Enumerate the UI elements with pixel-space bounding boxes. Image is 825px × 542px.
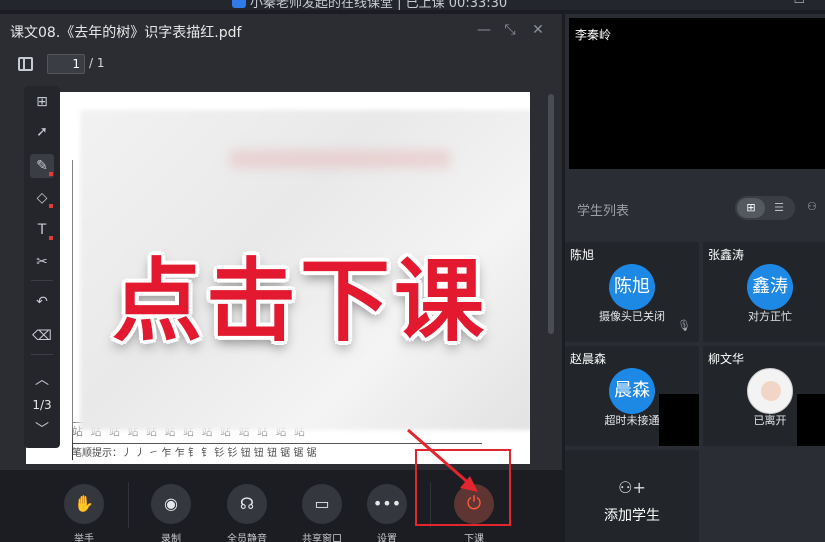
- color-indicator: [49, 236, 53, 240]
- participants-panel: 李秦岭 学生列表 ⊞ ☰ ⚇ 陈旭 陈旭 摄像头已关闭 🎙 张鑫涛 鑫涛 对方正…: [565, 14, 825, 542]
- pdf-header: 课文08.《去年的树》识字表描红.pdf — ⤡ ✕: [0, 14, 562, 46]
- share-window-label: 共享窗口: [302, 534, 342, 542]
- toolbar-divider: [31, 354, 53, 355]
- student-name: 张鑫涛: [708, 248, 745, 262]
- pdf-file-title: 课文08.《去年的树》识字表描红.pdf: [10, 25, 242, 41]
- hand-icon: ✋: [64, 484, 104, 524]
- annotation-toolbar: ⊞ ➚ ✎ ◇ T ✂ ↶ ⌫ ︿ 1/3 ﹀: [24, 86, 60, 448]
- add-page-icon[interactable]: ⊞: [30, 90, 54, 114]
- shape-icon[interactable]: ◇: [30, 186, 54, 210]
- pdf-toolbar: 1 / 1: [0, 46, 562, 82]
- student-tile[interactable]: 张鑫涛 鑫涛 对方正忙: [703, 242, 825, 342]
- scissors-icon[interactable]: ✂: [30, 250, 54, 274]
- vertical-scrollbar[interactable]: [548, 94, 554, 334]
- highlight-box: [415, 449, 511, 526]
- student-name: 柳文华: [708, 352, 745, 366]
- minimize-icon[interactable]: —: [474, 20, 494, 40]
- text-icon[interactable]: T: [30, 218, 54, 242]
- add-student-button[interactable]: ⚇+ 添加学生: [565, 450, 699, 542]
- record-label: 录制: [161, 534, 181, 542]
- thumb-page-counter: 1/3: [32, 398, 52, 412]
- student-status: 已离开: [753, 414, 787, 427]
- toolbar-divider: [31, 280, 53, 281]
- mic-off-icon: 🎙: [677, 319, 691, 332]
- add-user-icon: ⚇+: [618, 478, 646, 497]
- raise-hand-button[interactable]: ✋ 举手: [62, 484, 106, 542]
- app-icon: [232, 0, 246, 8]
- student-status: 对方正忙: [748, 310, 792, 323]
- settings-label: 设置: [377, 534, 397, 542]
- mute-all-button[interactable]: ☊ 全员静音: [225, 484, 269, 542]
- blurred-mark: [230, 150, 450, 168]
- student-avatar: 晨森: [609, 368, 655, 414]
- student-avatar: 鑫涛: [747, 264, 793, 310]
- share-window-button[interactable]: ▭ 共享窗口: [300, 484, 344, 542]
- student-name: 赵晨森: [570, 352, 607, 366]
- student-tile[interactable]: 陈旭 陈旭 摄像头已关闭 🎙: [565, 242, 699, 342]
- raise-hand-label: 举手: [74, 534, 94, 542]
- share-screen-icon: ▭: [302, 484, 342, 524]
- window-title: 小秦老师发起的在线课堂 | 已上课 00:33:30: [250, 0, 508, 10]
- student-tile[interactable]: 赵晨森 晨森 超时未接通: [565, 346, 699, 446]
- control-separator: [128, 482, 129, 528]
- end-class-label: 下课: [464, 534, 484, 542]
- mute-all-icon: ☊: [227, 484, 267, 524]
- overlay-caption: 点击下课: [112, 249, 488, 354]
- page-total: / 1: [89, 56, 105, 70]
- record-button[interactable]: ◉ 录制: [149, 484, 193, 542]
- student-status: 超时未接通: [604, 414, 660, 427]
- student-list-title: 学生列表: [577, 204, 630, 219]
- student-avatar-photo: [747, 368, 793, 414]
- face-icon: [761, 381, 781, 401]
- teacher-video[interactable]: 李秦岭: [569, 18, 825, 169]
- color-indicator: [49, 204, 53, 208]
- settings-button[interactable]: ••• 设置: [365, 484, 409, 542]
- window-title-bar: 小秦老师发起的在线课堂 | 已上课 00:33:30 —☐: [0, 0, 825, 10]
- record-icon: ◉: [151, 484, 191, 524]
- student-tile[interactable]: 柳文华 已离开: [703, 346, 825, 446]
- color-indicator: [49, 172, 53, 176]
- grid-view-icon[interactable]: ⊞: [737, 198, 765, 218]
- teacher-name: 李秦岭: [575, 28, 612, 42]
- list-view-icon[interactable]: ☰: [765, 198, 793, 218]
- sidebar-toggle-icon[interactable]: [18, 57, 33, 71]
- user-icon[interactable]: ⚇: [807, 200, 817, 213]
- pen-icon[interactable]: ✎: [30, 154, 54, 178]
- page-up-icon[interactable]: ︿: [30, 368, 54, 392]
- more-icon: •••: [367, 484, 407, 524]
- pointer-icon[interactable]: ➚: [30, 120, 54, 144]
- mute-all-label: 全员静音: [227, 534, 267, 542]
- student-list-header: 学生列表 ⊞ ☰ ⚇: [565, 192, 825, 224]
- undo-icon[interactable]: ↶: [30, 290, 54, 314]
- page-down-icon[interactable]: ﹀: [30, 418, 54, 442]
- shrink-icon[interactable]: ⤡: [500, 20, 520, 40]
- student-name: 陈旭: [570, 248, 595, 262]
- add-student-label: 添加学生: [604, 508, 660, 524]
- window-controls[interactable]: —☐: [766, 0, 819, 7]
- close-icon[interactable]: ✕: [528, 20, 548, 40]
- student-avatar: 陈旭: [609, 264, 655, 310]
- page-number-input[interactable]: 1: [47, 54, 85, 74]
- view-toggle[interactable]: ⊞ ☰: [735, 196, 795, 220]
- eraser-icon[interactable]: ⌫: [30, 324, 54, 348]
